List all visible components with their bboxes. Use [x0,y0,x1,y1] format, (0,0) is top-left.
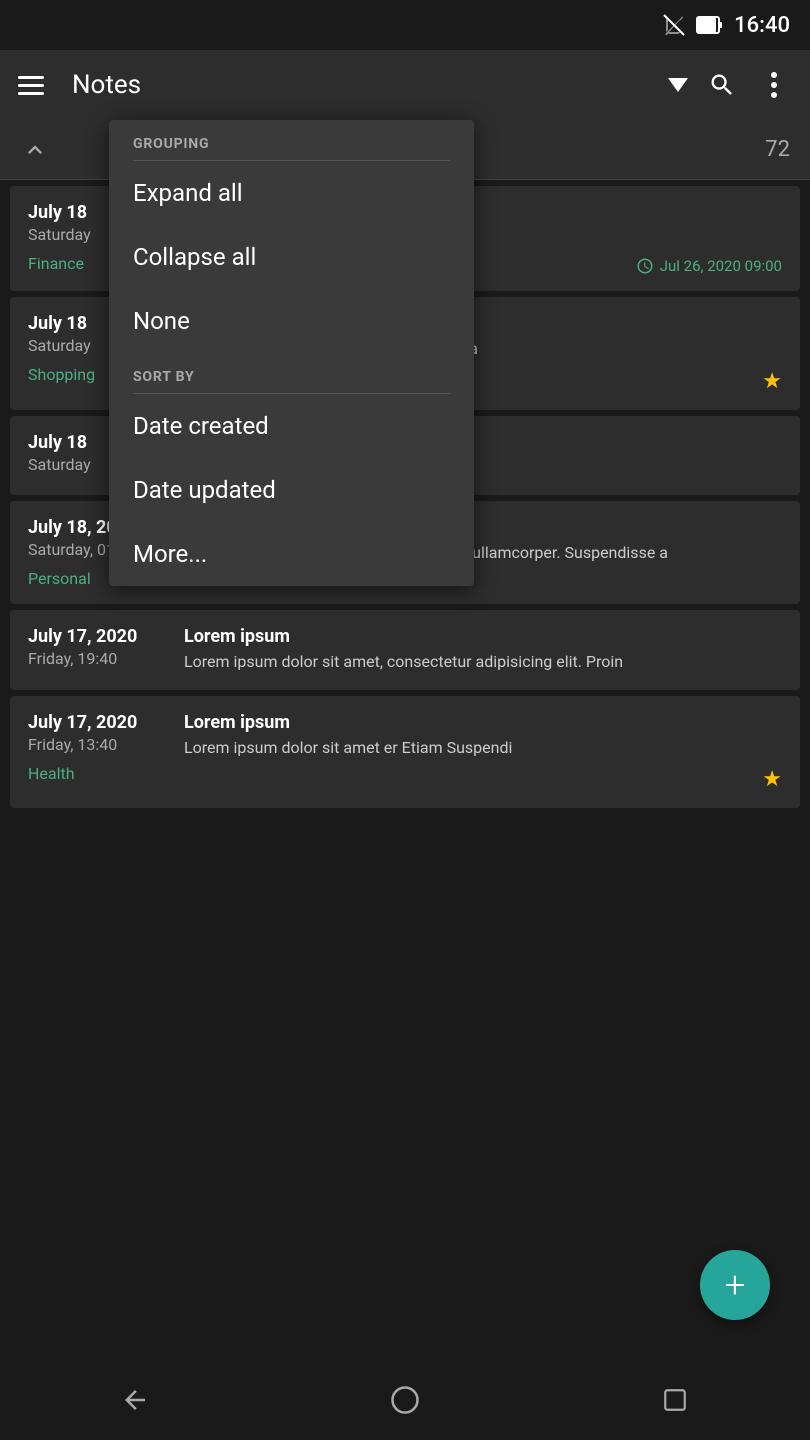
note-content-5: Lorem ipsum Lorem ipsum dolor sit amet, … [184,626,782,673]
search-icon [708,71,736,99]
note-card-5[interactable]: July 17, 2020 Friday, 19:40 Lorem ipsum … [10,610,800,689]
recent-apps-icon [662,1387,688,1413]
app-title: Notes [72,70,664,100]
grouping-dropdown: GROUPING Expand all Collapse all None SO… [109,120,474,586]
star-icon-2: ★ [762,369,782,394]
reminder-text-1: Jul 26, 2020 09:00 [660,257,782,275]
more-item[interactable]: More... [109,522,474,586]
more-options-button[interactable] [756,67,792,103]
sortby-section-header: SORT BY [109,353,474,393]
search-button[interactable] [704,67,740,103]
status-icons: 16:40 [662,13,790,38]
note-date-col-5: July 17, 2020 Friday, 19:40 [28,626,168,673]
note-title-6: Lorem ipsum [184,712,782,733]
note-date-col-6: July 17, 2020 Friday, 13:40 Health [28,712,168,792]
app-bar: Notes [0,50,810,120]
note-count: 72 [765,137,790,162]
date-created-item[interactable]: Date created [109,394,474,458]
note-date-6: July 17, 2020 [28,712,168,733]
note-date-5: July 17, 2020 [28,626,168,647]
more-vertical-icon [770,71,778,99]
star-icon-6: ★ [762,767,782,792]
bottom-nav [0,1360,810,1440]
note-day-5: Friday, 19:40 [28,649,168,668]
note-title-5: Lorem ipsum [184,626,782,647]
reminder-badge-1: Jul 26, 2020 09:00 [636,257,782,275]
note-footer-6: ★ [184,767,782,792]
collapse-all-item[interactable]: Collapse all [109,225,474,289]
grouping-section-header: GROUPING [109,120,474,160]
sim-icon [662,13,686,37]
home-button[interactable] [380,1375,430,1425]
status-bar: 16:40 [0,0,810,50]
none-item[interactable]: None [109,289,474,353]
add-note-fab[interactable]: + [700,1250,770,1320]
back-button[interactable] [110,1375,160,1425]
date-updated-item[interactable]: Date updated [109,458,474,522]
title-dropdown-arrow [668,78,688,92]
back-icon [120,1385,150,1415]
home-circle-icon [390,1385,420,1415]
collapse-button[interactable] [20,135,50,165]
note-preview-6: Lorem ipsum dolor sit amet er Etiam Susp… [184,737,782,759]
status-time: 16:40 [734,13,790,38]
note-category-6: Health [28,764,168,783]
menu-button[interactable] [18,76,44,95]
note-card-6[interactable]: July 17, 2020 Friday, 13:40 Health Lorem… [10,696,800,808]
note-content-6: Lorem ipsum Lorem ipsum dolor sit amet e… [184,712,782,792]
expand-all-item[interactable]: Expand all [109,161,474,225]
note-preview-5: Lorem ipsum dolor sit amet, consectetur … [184,651,782,673]
chevron-up-icon [21,136,49,164]
note-day-6: Friday, 13:40 [28,735,168,754]
add-icon: + [725,1267,745,1303]
alarm-icon [636,257,654,275]
recent-apps-button[interactable] [650,1375,700,1425]
battery-icon [696,15,724,35]
